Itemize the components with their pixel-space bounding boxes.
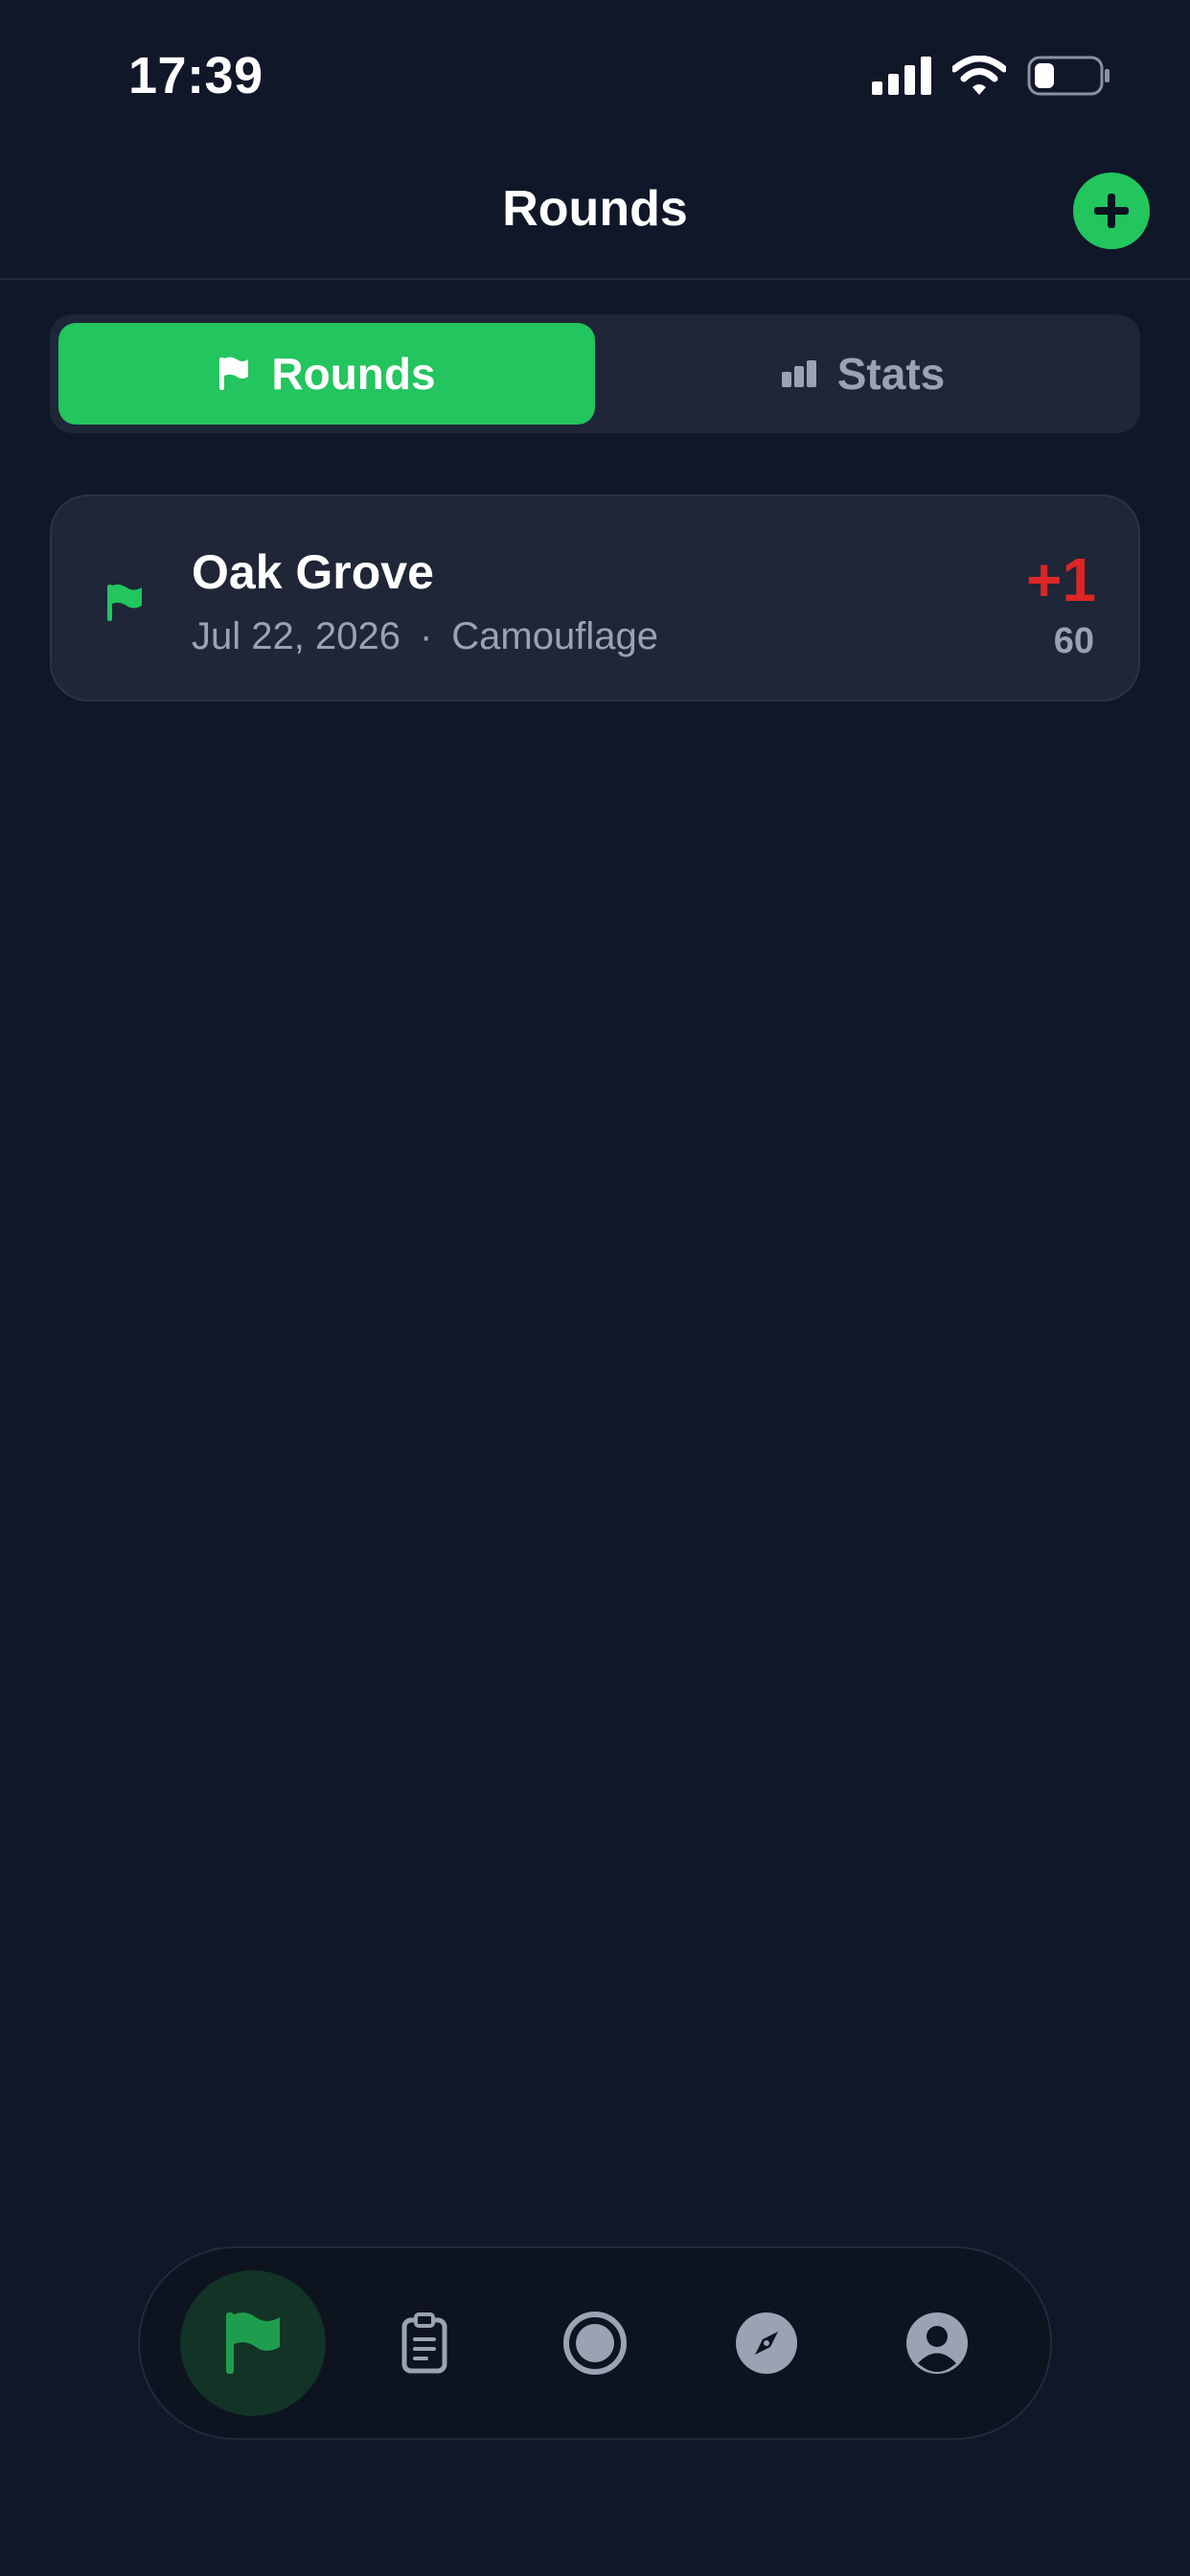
tabbar-explore[interactable]: [694, 2270, 839, 2416]
tabbar-rounds[interactable]: [180, 2270, 326, 2416]
clipboard-icon: [401, 2312, 446, 2374]
header-divider: [0, 278, 1190, 280]
battery-icon: [1027, 56, 1110, 96]
score-to-par: +1: [1026, 545, 1096, 614]
tab-rounds[interactable]: Rounds: [58, 323, 595, 425]
course-name: Oak Grove: [192, 545, 434, 599]
tabbar-scorecard[interactable]: [352, 2270, 497, 2416]
compass-icon: [735, 2312, 797, 2374]
meta-separator: ·: [419, 615, 433, 657]
round-card[interactable]: Oak Grove Jul 22, 2026 · Camouflage +1 6…: [50, 494, 1140, 702]
screen: 17:39 Rounds Rounds Stats Oak Grove Jul …: [0, 0, 1190, 2576]
bar-chart-icon: [781, 360, 816, 387]
profile-icon: [906, 2312, 968, 2374]
status-icons: [872, 56, 1111, 96]
page-title: Rounds: [502, 181, 688, 237]
tab-stats[interactable]: Stats: [595, 323, 1132, 425]
flag-icon: [107, 584, 142, 621]
wifi-icon: [952, 56, 1006, 95]
plus-icon: [1094, 194, 1129, 228]
round-meta: Jul 22, 2026 · Camouflage: [192, 615, 658, 658]
total-strokes: 60: [1053, 621, 1094, 661]
tab-stats-label: Stats: [836, 349, 946, 399]
round-date: Jul 22, 2026: [192, 615, 400, 657]
tabbar-record[interactable]: [522, 2270, 668, 2416]
cellular-signal-icon: [872, 57, 931, 95]
segmented-control: Rounds Stats: [50, 314, 1140, 433]
add-round-button[interactable]: [1073, 172, 1150, 249]
record-icon: [563, 2312, 627, 2375]
tabbar-profile[interactable]: [864, 2270, 1010, 2416]
tab-rounds-label: Rounds: [271, 349, 436, 399]
bottom-tab-bar: [138, 2246, 1052, 2440]
flag-icon: [219, 356, 249, 390]
flag-icon: [226, 2312, 280, 2374]
status-time: 17:39: [128, 47, 263, 104]
tee-name: Camouflage: [451, 615, 658, 657]
